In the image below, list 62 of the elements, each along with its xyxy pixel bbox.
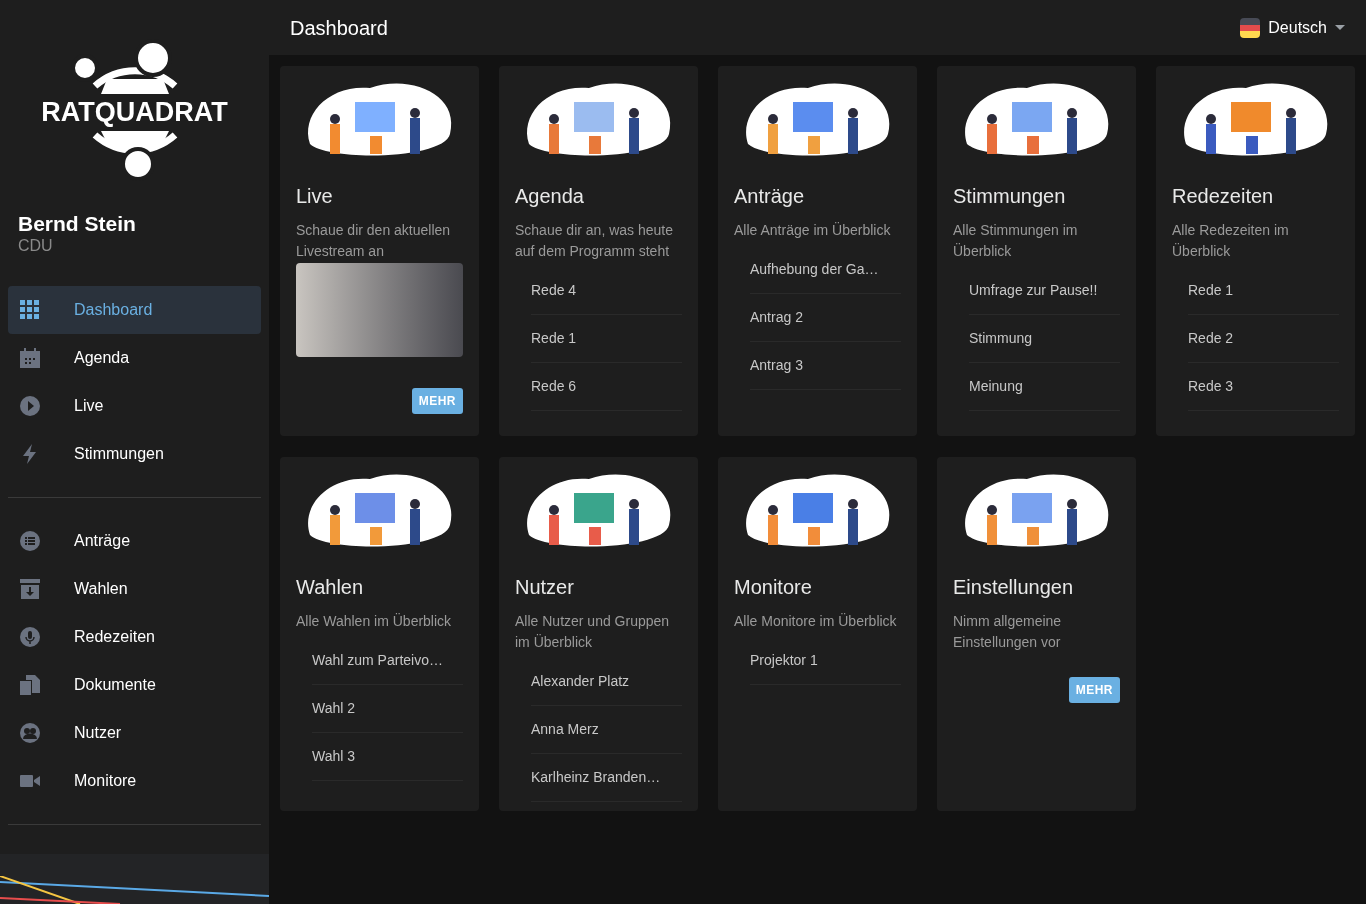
page-title: Dashboard bbox=[290, 15, 388, 41]
card-title: Nutzer bbox=[515, 575, 575, 599]
germany-flag-icon bbox=[1240, 17, 1261, 38]
card-title: Einstellungen bbox=[953, 575, 1075, 599]
card-description: Schaue dir den aktuellen Livestream an bbox=[296, 221, 452, 261]
sidebar-item[interactable]: Dashboard bbox=[8, 286, 261, 334]
sidebar-item[interactable]: Stimmungen bbox=[8, 430, 261, 478]
logo-wordmark: RATQUADRAT bbox=[41, 99, 228, 126]
card-description: Alle Redezeiten im Überblick bbox=[1172, 221, 1290, 261]
microphone-icon bbox=[20, 627, 40, 647]
list-item[interactable]: Wahl zum Parteivo… bbox=[312, 637, 463, 685]
card-title: Agenda bbox=[515, 184, 585, 208]
card-description: Alle Nutzer und Gruppen im Überblick bbox=[515, 612, 671, 652]
list-item[interactable]: Meinung bbox=[969, 363, 1120, 411]
list-item[interactable]: Rede 2 bbox=[1188, 315, 1339, 363]
card-title: Live bbox=[296, 184, 334, 208]
calendar-icon bbox=[20, 348, 40, 368]
people-icon bbox=[20, 723, 40, 743]
language-dropdown[interactable]: Deutsch bbox=[1240, 15, 1345, 40]
grid-icon bbox=[20, 300, 40, 320]
card-title: Monitore bbox=[734, 575, 813, 599]
list-item[interactable]: Projektor 1 bbox=[750, 637, 901, 685]
user-party: CDU bbox=[18, 236, 54, 256]
list-item[interactable]: Umfrage zur Pause!! bbox=[969, 267, 1120, 315]
list-item[interactable]: Wahl 2 bbox=[312, 685, 463, 733]
sidebar-item[interactable]: Redezeiten bbox=[8, 613, 261, 661]
sidebar-item[interactable]: Anträge bbox=[8, 517, 261, 565]
sidebar-item[interactable]: Agenda bbox=[8, 334, 261, 382]
list-item[interactable]: Antrag 2 bbox=[750, 294, 901, 342]
list-item[interactable]: Wahl 3 bbox=[312, 733, 463, 781]
card-title: Anträge bbox=[734, 184, 806, 208]
card-description: Alle Wahlen im Überblick bbox=[296, 612, 453, 631]
list-item[interactable]: Rede 1 bbox=[531, 315, 682, 363]
play-icon bbox=[20, 396, 40, 416]
list-item[interactable]: Rede 6 bbox=[531, 363, 682, 411]
card-title: Redezeiten bbox=[1172, 184, 1275, 208]
sidebar-item[interactable]: Dokumente bbox=[8, 661, 261, 709]
list-item[interactable]: Stimmung bbox=[969, 315, 1120, 363]
list-item[interactable]: Karlheinz Branden… bbox=[531, 754, 682, 802]
card-description: Alle Monitore im Überblick bbox=[734, 612, 898, 631]
archive-icon bbox=[20, 579, 40, 599]
user-name: Bernd Stein bbox=[18, 212, 137, 236]
list-item[interactable]: Aufhebung der Ga… bbox=[750, 246, 901, 294]
list-icon bbox=[20, 531, 40, 551]
card-title: Stimmungen bbox=[953, 184, 1067, 208]
documents-icon bbox=[20, 675, 40, 695]
sidebar-item[interactable]: Wahlen bbox=[8, 565, 261, 613]
card-title: Wahlen bbox=[296, 575, 365, 599]
list-item[interactable]: Anna Merz bbox=[531, 706, 682, 754]
list-item[interactable]: Antrag 3 bbox=[750, 342, 901, 390]
sidebar-item[interactable]: Nutzer bbox=[8, 709, 261, 757]
sidebar-item[interactable]: Live bbox=[8, 382, 261, 430]
list-item[interactable]: Alexander Platz bbox=[531, 658, 682, 706]
list-item[interactable]: Rede 1 bbox=[1188, 267, 1339, 315]
caret-icon bbox=[1335, 25, 1345, 30]
list-item[interactable]: Rede 4 bbox=[531, 267, 682, 315]
card-description: Alle Anträge im Überblick bbox=[734, 221, 892, 240]
sidebar-item[interactable]: Monitore bbox=[8, 757, 261, 805]
list-item[interactable]: Rede 3 bbox=[1188, 363, 1339, 411]
card-description: Nimm allgemeine Einstellungen vor bbox=[953, 612, 1063, 652]
card-description: Schaue dir an, was heute auf dem Programm steht bbox=[515, 221, 674, 261]
card-description: Alle Stimmungen im Überblick bbox=[953, 221, 1079, 261]
